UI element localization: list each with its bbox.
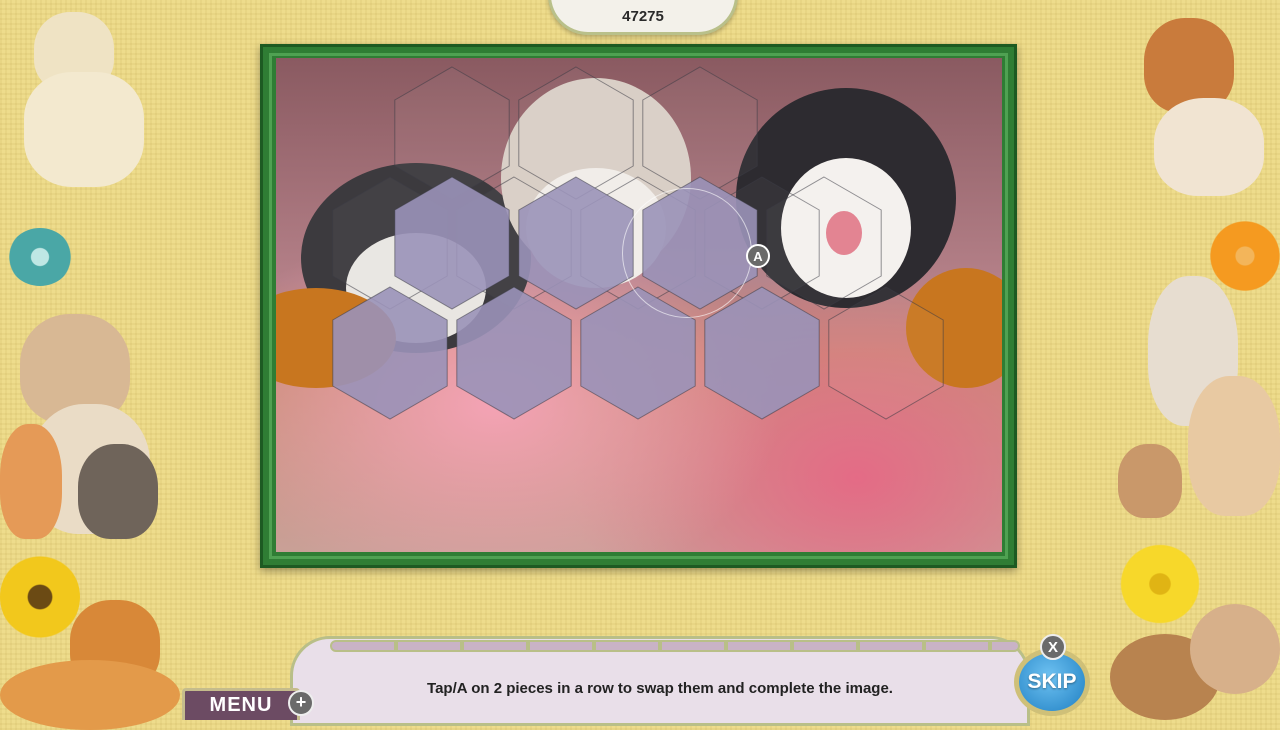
menu-button[interactable]: MENU — [182, 688, 300, 720]
puzzle-pieces[interactable] — [276, 58, 1002, 552]
score-banner: 47275 — [548, 0, 738, 35]
hint-panel-rail — [330, 640, 1020, 652]
puzzle-board — [276, 58, 1002, 552]
flower-icon — [8, 228, 72, 286]
x-button-icon[interactable]: X — [1040, 634, 1066, 660]
corgi-picture — [1134, 18, 1274, 196]
puppy-picture — [14, 12, 149, 187]
plus-button-icon[interactable]: + — [288, 690, 314, 716]
spaniel-picture — [0, 600, 182, 730]
a-button-icon: A — [746, 244, 770, 268]
guinea-pigs-picture — [1110, 604, 1280, 720]
bulldog-and-kittens-picture — [0, 314, 170, 540]
score-value: 47275 — [622, 7, 664, 25]
hint-text: Tap/A on 2 pieces in a row to swap them … — [427, 680, 893, 697]
rabbit-kitten-hamster-picture — [1118, 276, 1280, 520]
selection-cursor — [622, 188, 752, 318]
